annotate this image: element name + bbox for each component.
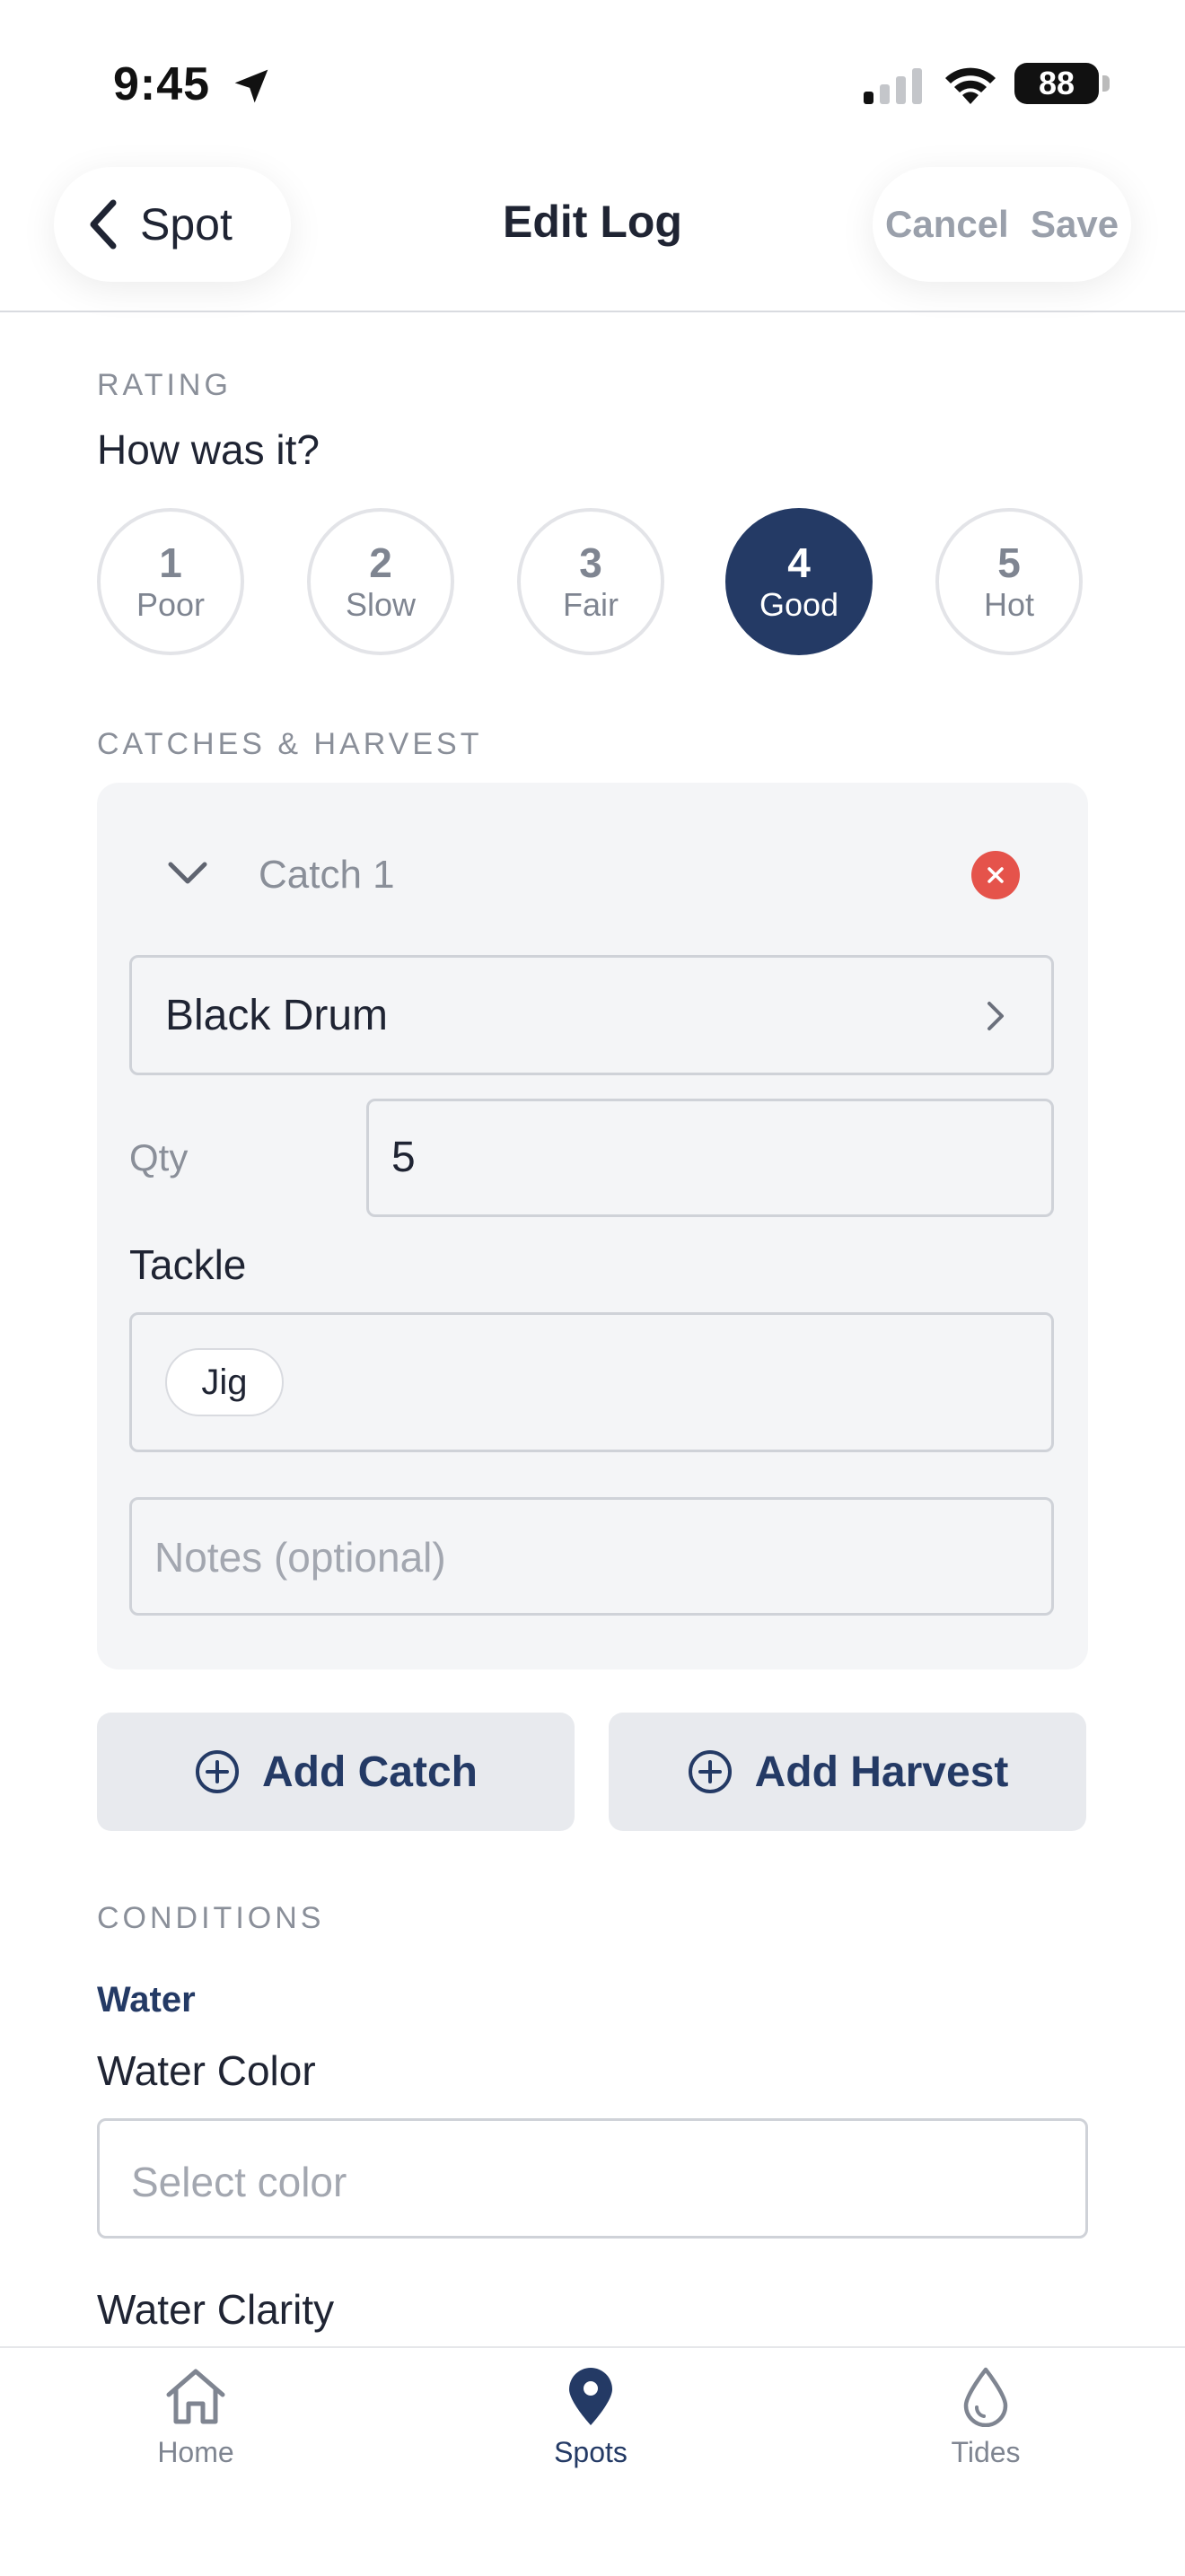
species-value: Black Drum — [165, 992, 389, 1039]
add-harvest-button[interactable]: Add Harvest — [609, 1713, 1086, 1831]
tab-tides[interactable]: Tides — [878, 2366, 1093, 2469]
tackle-label: Tackle — [129, 1241, 247, 1288]
conditions-section-label: CONDITIONS — [97, 1901, 325, 1935]
rating-number: 1 — [159, 539, 182, 586]
tab-home-label: Home — [157, 2436, 234, 2468]
rating-number: 2 — [369, 539, 392, 586]
status-time: 9:45 — [113, 58, 211, 110]
cellular-signal-icon — [864, 68, 922, 104]
cancel-button[interactable]: Cancel — [885, 203, 1009, 246]
add-harvest-label: Add Harvest — [754, 1748, 1009, 1796]
rating-option-4[interactable]: 4 Good — [725, 508, 873, 655]
catch-title: Catch 1 — [259, 853, 395, 897]
rating-question: How was it? — [97, 426, 320, 473]
tackle-chip[interactable]: Jig — [165, 1348, 284, 1416]
catches-section-label: CATCHES & HARVEST — [97, 727, 483, 761]
notes-placeholder: Notes (optional) — [154, 1534, 446, 1581]
battery-indicator: 88 — [1014, 63, 1099, 104]
remove-catch-button[interactable] — [971, 851, 1020, 899]
qty-input[interactable] — [366, 1099, 1054, 1217]
rating-option-2[interactable]: 2 Slow — [307, 508, 454, 655]
plus-circle-icon — [196, 1750, 239, 1793]
rating-number: 4 — [787, 539, 811, 586]
rating-number: 5 — [997, 539, 1021, 586]
rating-option-1[interactable]: 1 Poor — [97, 508, 244, 655]
tab-spots[interactable]: Spots — [483, 2366, 698, 2469]
rating-option-5[interactable]: 5 Hot — [935, 508, 1083, 655]
tab-spots-label: Spots — [554, 2436, 628, 2468]
rating-word: Hot — [983, 586, 1035, 623]
plus-circle-icon — [688, 1750, 732, 1793]
battery-tip — [1102, 75, 1110, 92]
tab-home[interactable]: Home — [88, 2366, 303, 2469]
rating-word: Slow — [345, 586, 417, 623]
location-arrow-icon — [234, 69, 268, 103]
water-subheading: Water — [97, 1980, 196, 2020]
chevron-right-icon — [988, 1002, 1004, 1030]
add-catch-label: Add Catch — [262, 1748, 478, 1796]
rating-word: Good — [759, 586, 839, 623]
water-color-placeholder: Select color — [131, 2159, 347, 2205]
rating-word: Poor — [136, 586, 206, 623]
water-clarity-label: Water Clarity — [97, 2286, 335, 2333]
qty-value: 5 — [391, 1134, 416, 1181]
home-icon — [166, 2369, 225, 2424]
chevron-down-icon[interactable] — [167, 860, 208, 887]
close-icon — [988, 867, 1004, 883]
tab-tides-label: Tides — [951, 2436, 1021, 2468]
rating-number: 3 — [579, 539, 602, 586]
qty-label: Qty — [129, 1136, 189, 1178]
save-button[interactable]: Save — [1031, 203, 1119, 246]
rating-section-label: RATING — [97, 368, 232, 402]
water-color-label: Water Color — [97, 2047, 316, 2094]
water-drop-icon — [963, 2367, 1008, 2427]
rating-word: Fair — [563, 586, 619, 623]
add-catch-button[interactable]: Add Catch — [97, 1713, 575, 1831]
map-pin-icon — [569, 2368, 612, 2425]
nav-divider — [0, 311, 1185, 312]
wifi-icon — [945, 67, 996, 104]
rating-option-3[interactable]: 3 Fair — [517, 508, 664, 655]
